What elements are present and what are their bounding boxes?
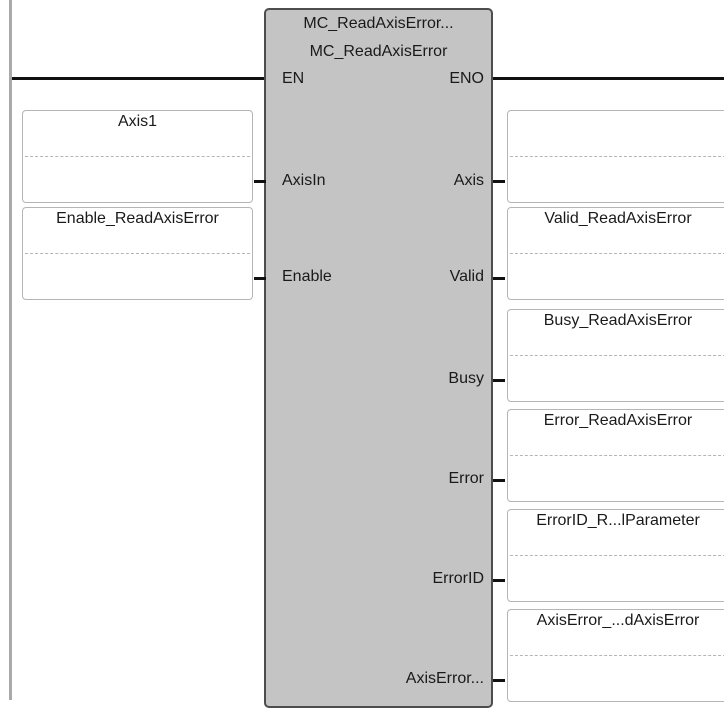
pin-axis[interactable] xyxy=(493,180,505,183)
divider xyxy=(25,156,250,157)
pin-error[interactable] xyxy=(493,479,505,482)
output-variable-errorid-name: ErrorID_R...lParameter xyxy=(536,512,700,529)
divider xyxy=(510,655,724,656)
pin-label-axiserror: AxisError... xyxy=(405,670,484,687)
pin-busy[interactable] xyxy=(493,379,505,382)
pin-label-errorid: ErrorID xyxy=(432,570,484,587)
pin-label-axisin: AxisIn xyxy=(282,172,326,189)
output-variable-errorid[interactable]: ErrorID_R...lParameter xyxy=(507,509,724,602)
divider xyxy=(510,355,724,356)
pin-label-busy: Busy xyxy=(448,370,484,387)
pin-label-axis: Axis xyxy=(453,172,484,189)
input-variable-enable-name: Enable_ReadAxisError xyxy=(56,210,219,227)
output-variable-busy-name: Busy_ReadAxisError xyxy=(543,312,693,329)
pin-axisin[interactable] xyxy=(254,180,266,183)
fb-instance-name[interactable]: MC_ReadAxisError... xyxy=(266,14,491,34)
pin-label-valid: Valid xyxy=(449,268,484,285)
en-power-line[interactable] xyxy=(12,77,264,80)
divider xyxy=(510,253,724,254)
output-variable-axiserror-name: AxisError_...dAxisError xyxy=(536,612,700,629)
pin-errorid[interactable] xyxy=(493,579,505,582)
output-variable-axiserror[interactable]: AxisError_...dAxisError xyxy=(507,609,724,702)
eno-power-line[interactable] xyxy=(493,77,724,80)
pin-label-error: Error xyxy=(448,470,484,487)
input-variable-enable[interactable]: Enable_ReadAxisError xyxy=(22,207,253,300)
pin-enable[interactable] xyxy=(254,277,266,280)
left-power-rail xyxy=(9,0,12,700)
function-block-mc-readaxiserror[interactable]: MC_ReadAxisError... MC_ReadAxisError EN … xyxy=(264,8,493,708)
pin-label-eno: ENO xyxy=(449,70,484,87)
output-variable-valid-name: Valid_ReadAxisError xyxy=(544,210,692,227)
output-variable-valid[interactable]: Valid_ReadAxisError xyxy=(507,207,724,300)
pin-label-enable: Enable xyxy=(282,268,332,285)
output-variable-error[interactable]: Error_ReadAxisError xyxy=(507,409,724,502)
fb-type-name: MC_ReadAxisError xyxy=(309,43,448,60)
output-variable-error-name: Error_ReadAxisError xyxy=(543,412,693,429)
divider xyxy=(510,555,724,556)
divider xyxy=(510,156,724,157)
divider xyxy=(510,455,724,456)
input-variable-axisin[interactable]: Axis1 xyxy=(22,110,253,203)
pin-label-en: EN xyxy=(282,70,305,87)
input-variable-axisin-name: Axis1 xyxy=(117,113,158,130)
divider xyxy=(25,253,250,254)
output-variable-axis[interactable] xyxy=(507,110,724,203)
pin-axiserror[interactable] xyxy=(493,679,505,682)
pin-valid[interactable] xyxy=(493,277,505,280)
output-variable-busy[interactable]: Busy_ReadAxisError xyxy=(507,309,724,402)
